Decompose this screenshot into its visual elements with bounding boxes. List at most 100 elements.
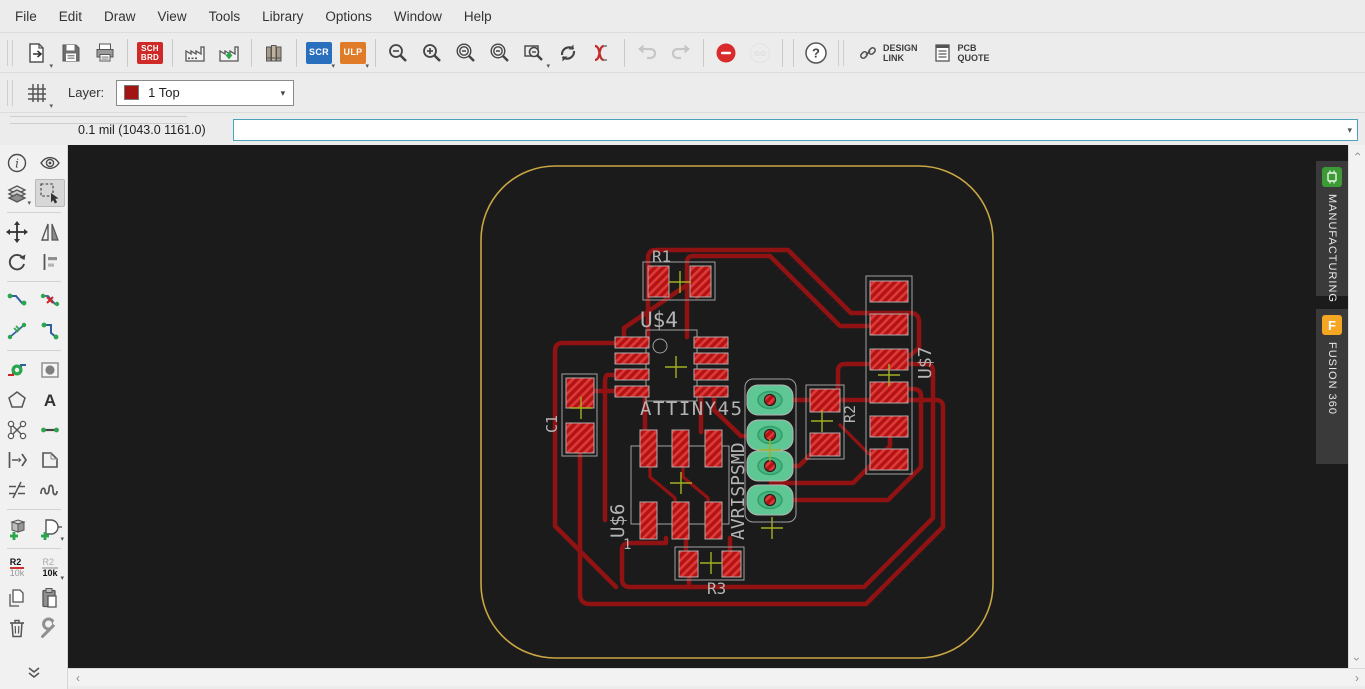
info-tool[interactable]: i — [2, 149, 32, 177]
coordinate-readout: 0.1 mil (1043.0 1161.0) — [78, 123, 206, 137]
pad-tool[interactable] — [35, 356, 65, 384]
command-input[interactable] — [233, 119, 1358, 141]
command-input-wrap: ▾ — [233, 119, 1358, 141]
menu-window[interactable]: Window — [383, 9, 453, 24]
cam-export-button[interactable] — [212, 36, 246, 70]
scroll-down-icon[interactable]: › — [1349, 651, 1365, 667]
design-link-button[interactable]: DESIGN LINK — [851, 36, 926, 70]
menu-library[interactable]: Library — [251, 9, 314, 24]
mitre-button[interactable] — [585, 36, 619, 70]
menu-draw[interactable]: Draw — [93, 9, 147, 24]
command-history-caret-icon[interactable]: ▾ — [1347, 126, 1352, 135]
group-tool[interactable] — [35, 248, 65, 276]
name-tool[interactable]: R2 10k — [2, 554, 32, 582]
dropdown-caret-icon: ▾ — [280, 87, 286, 98]
switch-sch-brd-button[interactable]: SCH BRD — [133, 36, 167, 70]
value-tool[interactable]: R2 10k ▾ — [35, 554, 65, 582]
delete-tool[interactable] — [2, 614, 32, 642]
menu-file[interactable]: File — [4, 9, 48, 24]
refresh-button[interactable] — [551, 36, 585, 70]
cam-processor-button[interactable] — [178, 36, 212, 70]
design-link-label: DESIGN LINK — [883, 42, 918, 63]
run-script-button[interactable]: SCR ▾ — [302, 36, 336, 70]
change-tool[interactable] — [35, 614, 65, 642]
redo-button[interactable] — [664, 36, 698, 70]
zoom-out-button[interactable] — [449, 36, 483, 70]
stop-button[interactable] — [709, 36, 743, 70]
select-tool[interactable] — [35, 179, 65, 207]
zoom-redraw-button[interactable] — [483, 36, 517, 70]
route-bend-tool[interactable] — [35, 317, 65, 345]
dropdown-caret-icon: ▾ — [365, 62, 369, 70]
miter-tool[interactable] — [35, 446, 65, 474]
library-manager-button[interactable] — [257, 36, 291, 70]
vertical-scrollbar[interactable]: › › — [1348, 145, 1365, 668]
ripup-tool[interactable] — [35, 287, 65, 315]
selection-icon — [40, 183, 59, 204]
grid-button[interactable]: ▾ — [20, 76, 54, 110]
menu-tools[interactable]: Tools — [198, 9, 252, 24]
fusion-tab-label: FUSION 360 — [1326, 342, 1338, 415]
layer-dropdown[interactable]: 1 Top ▾ — [116, 79, 295, 106]
rotate-tool[interactable] — [2, 248, 32, 276]
undo-icon — [638, 44, 657, 59]
label-attiny: ATTINY45 — [640, 398, 744, 420]
help-button[interactable]: ? — [799, 36, 833, 70]
menu-edit[interactable]: Edit — [48, 9, 93, 24]
scroll-left-icon[interactable]: ‹ — [70, 670, 86, 686]
meander-tool[interactable] — [35, 476, 65, 504]
dropdown-caret-icon: ▾ — [60, 536, 64, 543]
ratsnest-tool[interactable] — [2, 416, 32, 444]
display-layers-tool[interactable]: ▾ — [2, 179, 32, 207]
label-c1: C1 — [543, 415, 561, 433]
pad-icon — [41, 362, 59, 378]
run-ulp-button[interactable]: ULP ▾ — [336, 36, 370, 70]
pcb-quote-button[interactable]: PCB QUOTE — [926, 36, 998, 70]
value-tool-icon: R2 10k — [42, 557, 58, 578]
save-button[interactable] — [54, 36, 88, 70]
zoom-select-button[interactable]: ▾ — [517, 36, 551, 70]
scroll-up-icon[interactable]: › — [1349, 146, 1365, 162]
wire-icon — [41, 427, 59, 433]
move-tool[interactable] — [2, 218, 32, 246]
menu-options[interactable]: Options — [314, 9, 383, 24]
route-tool[interactable] — [2, 287, 32, 315]
show-tool[interactable] — [35, 149, 65, 177]
palette-more-button[interactable] — [16, 663, 52, 683]
manufacturing-tab[interactable]: MANUFACTURING — [1316, 161, 1348, 303]
split-tool[interactable] — [2, 476, 32, 504]
svg-text:?: ? — [812, 45, 820, 60]
add-gate-tool[interactable]: ▾ — [35, 515, 65, 543]
copy-tool[interactable] — [2, 584, 32, 612]
polygon-tool[interactable] — [2, 386, 32, 414]
go-button[interactable]: GO — [743, 36, 777, 70]
help-icon: ? — [805, 41, 827, 64]
route-airwire-tool[interactable] — [2, 317, 32, 345]
dimension-tool[interactable] — [2, 446, 32, 474]
zoom-in-button[interactable] — [415, 36, 449, 70]
add-part-tool[interactable] — [2, 515, 32, 543]
paste-tool[interactable] — [35, 584, 65, 612]
fusion-360-tab[interactable]: F FUSION 360 — [1316, 309, 1348, 464]
layer-bar: ▾ Layer: 1 Top ▾ — [0, 73, 1365, 113]
label-u4: U$4 — [640, 308, 678, 332]
undo-button[interactable] — [630, 36, 664, 70]
dropdown-caret-icon: ▾ — [546, 62, 550, 70]
print-button[interactable] — [88, 36, 122, 70]
board-canvas[interactable]: R1 U$4 ATTINY45 C1 U$6 1 R3 AVRISPSMD R2… — [68, 145, 1348, 668]
menu-view[interactable]: View — [147, 9, 198, 24]
zoom-in-icon — [423, 43, 441, 62]
scroll-right-icon[interactable]: › — [1349, 670, 1365, 686]
menu-help[interactable]: Help — [453, 9, 503, 24]
new-board-button[interactable]: ▾ — [20, 36, 54, 70]
mirror-tool[interactable] — [35, 218, 65, 246]
via-tool[interactable] — [2, 356, 32, 384]
svg-text:GO: GO — [754, 49, 766, 58]
add-part-icon — [10, 519, 26, 540]
wire-tool[interactable] — [35, 416, 65, 444]
text-tool[interactable]: A — [35, 386, 65, 414]
miter-icon — [42, 452, 58, 468]
info-icon: i — [7, 153, 27, 173]
horizontal-scrollbar[interactable]: ‹ › — [68, 668, 1365, 686]
zoom-fit-button[interactable] — [381, 36, 415, 70]
